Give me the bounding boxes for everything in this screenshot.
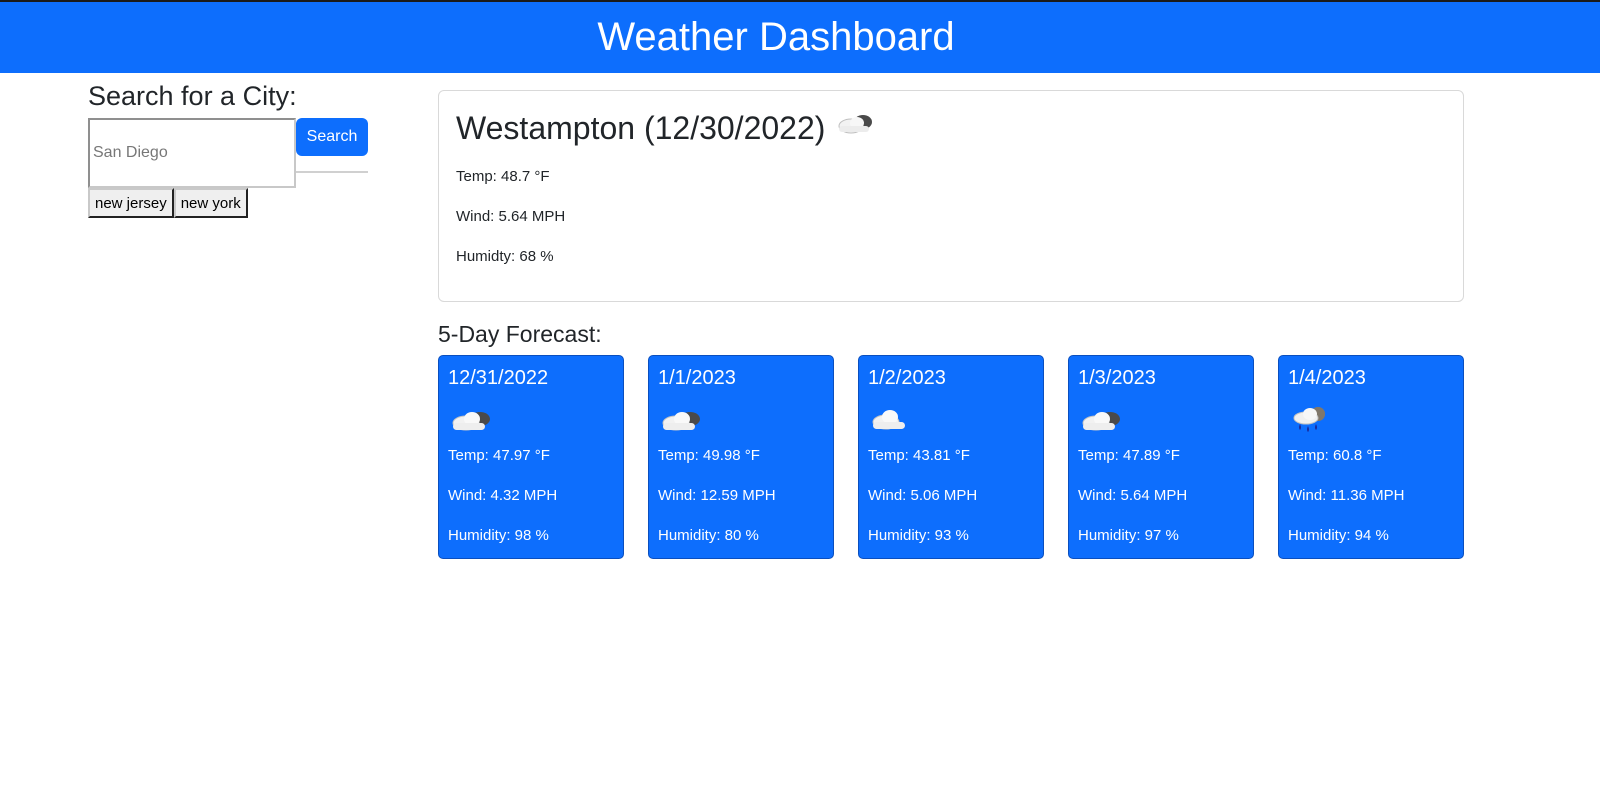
search-panel: Search for a City: Search new jersey new… [88, 78, 368, 218]
current-wind: Wind: 5.64 MPH [456, 208, 566, 225]
forecast-humidity: Humidity: 80 % [658, 527, 759, 544]
page-title: Weather Dashboard [597, 15, 955, 59]
forecast-card: 1/1/2023 Temp: 49.98 °F Wind: 12.59 MPH … [648, 355, 834, 559]
forecast-cards: 12/31/2022 Temp: 47.97 °F Wind: 4.32 MPH… [438, 355, 1465, 559]
forecast-date: 1/4/2023 [1288, 367, 1366, 389]
broken-clouds-icon [658, 402, 824, 438]
broken-clouds-icon [1078, 402, 1244, 438]
forecast-card: 1/3/2023 Temp: 47.89 °F Wind: 5.64 MPH H… [1068, 355, 1254, 559]
forecast-card: 1/4/2023 Temp: 60.8 °F Wind: 11.36 MPH H… [1278, 355, 1464, 559]
broken-clouds-icon [448, 402, 614, 438]
divider [296, 171, 368, 173]
forecast-title: 5-Day Forecast: [438, 321, 602, 347]
forecast-wind: Wind: 4.32 MPH [448, 487, 558, 504]
forecast-wind: Wind: 12.59 MPH [658, 487, 776, 504]
current-humidity: Humidty: 68 % [456, 248, 554, 265]
search-history: new jersey new york [88, 188, 368, 218]
cloud-icon [868, 402, 1034, 438]
rain-icon [1288, 402, 1454, 438]
forecast-date: 1/2/2023 [868, 367, 946, 389]
forecast-humidity: Humidity: 93 % [868, 527, 969, 544]
current-city-date: Westampton (12/30/2022) [456, 110, 826, 146]
history-button-new-jersey[interactable]: new jersey [88, 188, 174, 218]
forecast-wind: Wind: 5.06 MPH [868, 487, 978, 504]
forecast-humidity: Humidity: 98 % [448, 527, 549, 544]
forecast-date: 1/3/2023 [1078, 367, 1156, 389]
forecast-wind: Wind: 11.36 MPH [1288, 487, 1405, 504]
forecast-date: 12/31/2022 [448, 367, 549, 389]
forecast-humidity: Humidity: 97 % [1078, 527, 1179, 544]
current-weather-heading: Westampton (12/30/2022) [456, 107, 1446, 149]
forecast-temp: Temp: 47.89 °F [1078, 447, 1180, 464]
forecast-temp: Temp: 47.97 °F [448, 447, 550, 464]
forecast-wind: Wind: 5.64 MPH [1078, 487, 1188, 504]
app-header: Weather Dashboard [0, 0, 1600, 73]
forecast-date: 1/1/2023 [658, 367, 736, 389]
history-button-new-york[interactable]: new york [173, 188, 248, 218]
forecast-temp: Temp: 60.8 °F [1288, 447, 1382, 464]
current-weather-card: Westampton (12/30/2022) Temp: 48.7 °F Wi… [438, 90, 1464, 302]
search-heading: Search for a City: [88, 81, 297, 111]
current-temp: Temp: 48.7 °F [456, 168, 550, 185]
forecast-card: 1/2/2023 Temp: 43.81 °F Wind: 5.06 MPH H… [858, 355, 1044, 559]
forecast-temp: Temp: 49.98 °F [658, 447, 760, 464]
search-button[interactable]: Search [296, 118, 368, 156]
city-search-input[interactable] [88, 118, 296, 188]
cloud-sun-icon [833, 107, 877, 149]
forecast-temp: Temp: 43.81 °F [868, 447, 970, 464]
forecast-humidity: Humidity: 94 % [1288, 527, 1389, 544]
search-row: Search [88, 118, 368, 188]
forecast-card: 12/31/2022 Temp: 47.97 °F Wind: 4.32 MPH… [438, 355, 624, 559]
